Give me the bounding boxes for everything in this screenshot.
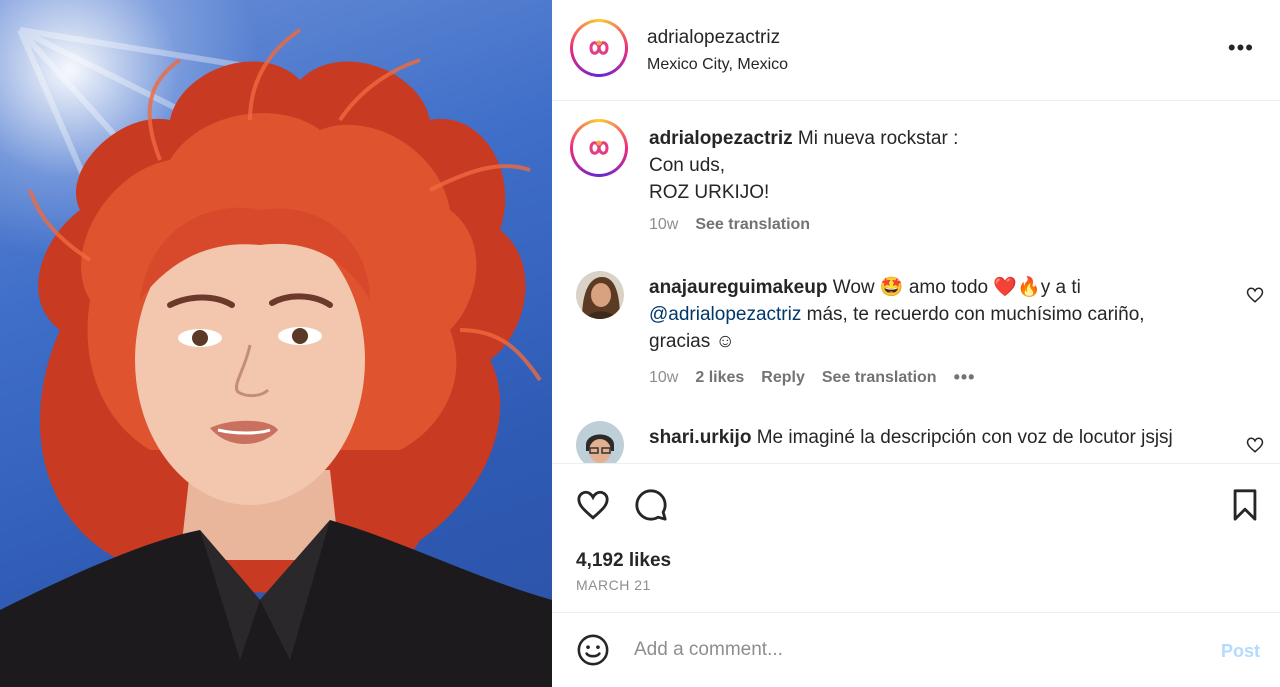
like-comment-heart-icon[interactable]	[1246, 436, 1264, 454]
comment-text: anajaureguimakeup Wow 🤩 amo todo ❤️🔥y a …	[649, 274, 1209, 355]
mention-link[interactable]: @adrialopezactriz	[649, 304, 801, 325]
post-side-panel: adrialopezactriz Mexico City, Mexico •••…	[552, 0, 1280, 687]
comment-likes[interactable]: 2 likes	[695, 369, 744, 387]
post-image[interactable]	[0, 0, 552, 687]
caption-username[interactable]: adrialopezactriz	[649, 128, 793, 149]
like-comment-heart-icon[interactable]	[1246, 286, 1264, 304]
comment-part: y a ti	[1040, 277, 1081, 298]
avatar-photo	[576, 421, 624, 463]
comment-part: Me imaginé la descripción con voz de loc…	[756, 427, 1173, 448]
commenter-avatar[interactable]	[576, 271, 624, 319]
comment-part: más, te recuerdo con muchísimo cariño,	[806, 304, 1145, 325]
comment-username[interactable]: anajaureguimakeup	[649, 277, 827, 298]
author-username[interactable]: adrialopezactriz	[647, 27, 780, 49]
bookmark-icon[interactable]	[1228, 488, 1262, 522]
post-location[interactable]: Mexico City, Mexico	[647, 56, 788, 74]
post-header: adrialopezactriz Mexico City, Mexico •••	[552, 0, 1280, 101]
caption-line-3: ROZ URKIJO!	[649, 182, 770, 203]
more-horizontal-icon[interactable]: •••	[1228, 37, 1254, 59]
comment-part: amo todo	[908, 277, 989, 298]
author-avatar[interactable]	[570, 19, 628, 77]
caption-line-1: Mi nueva rockstar :	[797, 128, 959, 149]
post-comment-button[interactable]: Post	[1221, 641, 1260, 662]
comment-part: Wow	[832, 277, 875, 298]
infinity-logo-icon	[589, 40, 609, 55]
comment-username[interactable]: shari.urkijo	[649, 427, 751, 448]
caption-author-avatar[interactable]	[570, 119, 628, 177]
comments-list[interactable]: adrialopezactriz Mi nueva rockstar : Con…	[552, 101, 1280, 463]
comment-see-translation[interactable]: See translation	[822, 369, 937, 387]
comment-time[interactable]: 10w	[649, 369, 678, 387]
caption-time[interactable]: 10w	[649, 216, 678, 234]
comment-meta: 10w 2 likes Reply See translation •••	[649, 367, 975, 388]
emoji-smile-icon[interactable]	[576, 633, 610, 667]
heart-fire-emoji-icon: ❤️🔥	[993, 277, 1041, 298]
avatar-photo	[576, 271, 624, 319]
caption-meta: 10w See translation	[649, 216, 810, 234]
post-date[interactable]: MARCH 21	[576, 577, 651, 593]
comment-part: gracias ☺	[649, 331, 735, 352]
comment-text: shari.urkijo Me imaginé la descripción c…	[649, 424, 1229, 451]
comment-icon[interactable]	[634, 488, 668, 522]
infinity-logo-icon	[589, 140, 609, 155]
likes-count[interactable]: 4,192 likes	[576, 550, 671, 572]
caption-line-2: Con uds,	[649, 155, 726, 176]
comment-input[interactable]	[634, 635, 1194, 665]
commenter-avatar[interactable]	[576, 421, 624, 463]
portrait-illustration	[0, 27, 552, 687]
caption-see-translation[interactable]: See translation	[695, 216, 810, 234]
add-comment-bar: Post	[552, 613, 1280, 687]
caption-text: adrialopezactriz Mi nueva rockstar : Con…	[649, 125, 958, 206]
heart-icon[interactable]	[576, 488, 610, 522]
star-struck-emoji-icon: 🤩	[879, 277, 904, 298]
reply-button[interactable]: Reply	[761, 369, 805, 387]
post-actions: 4,192 likes MARCH 21	[552, 463, 1280, 613]
comment-options-icon[interactable]: •••	[954, 367, 976, 388]
